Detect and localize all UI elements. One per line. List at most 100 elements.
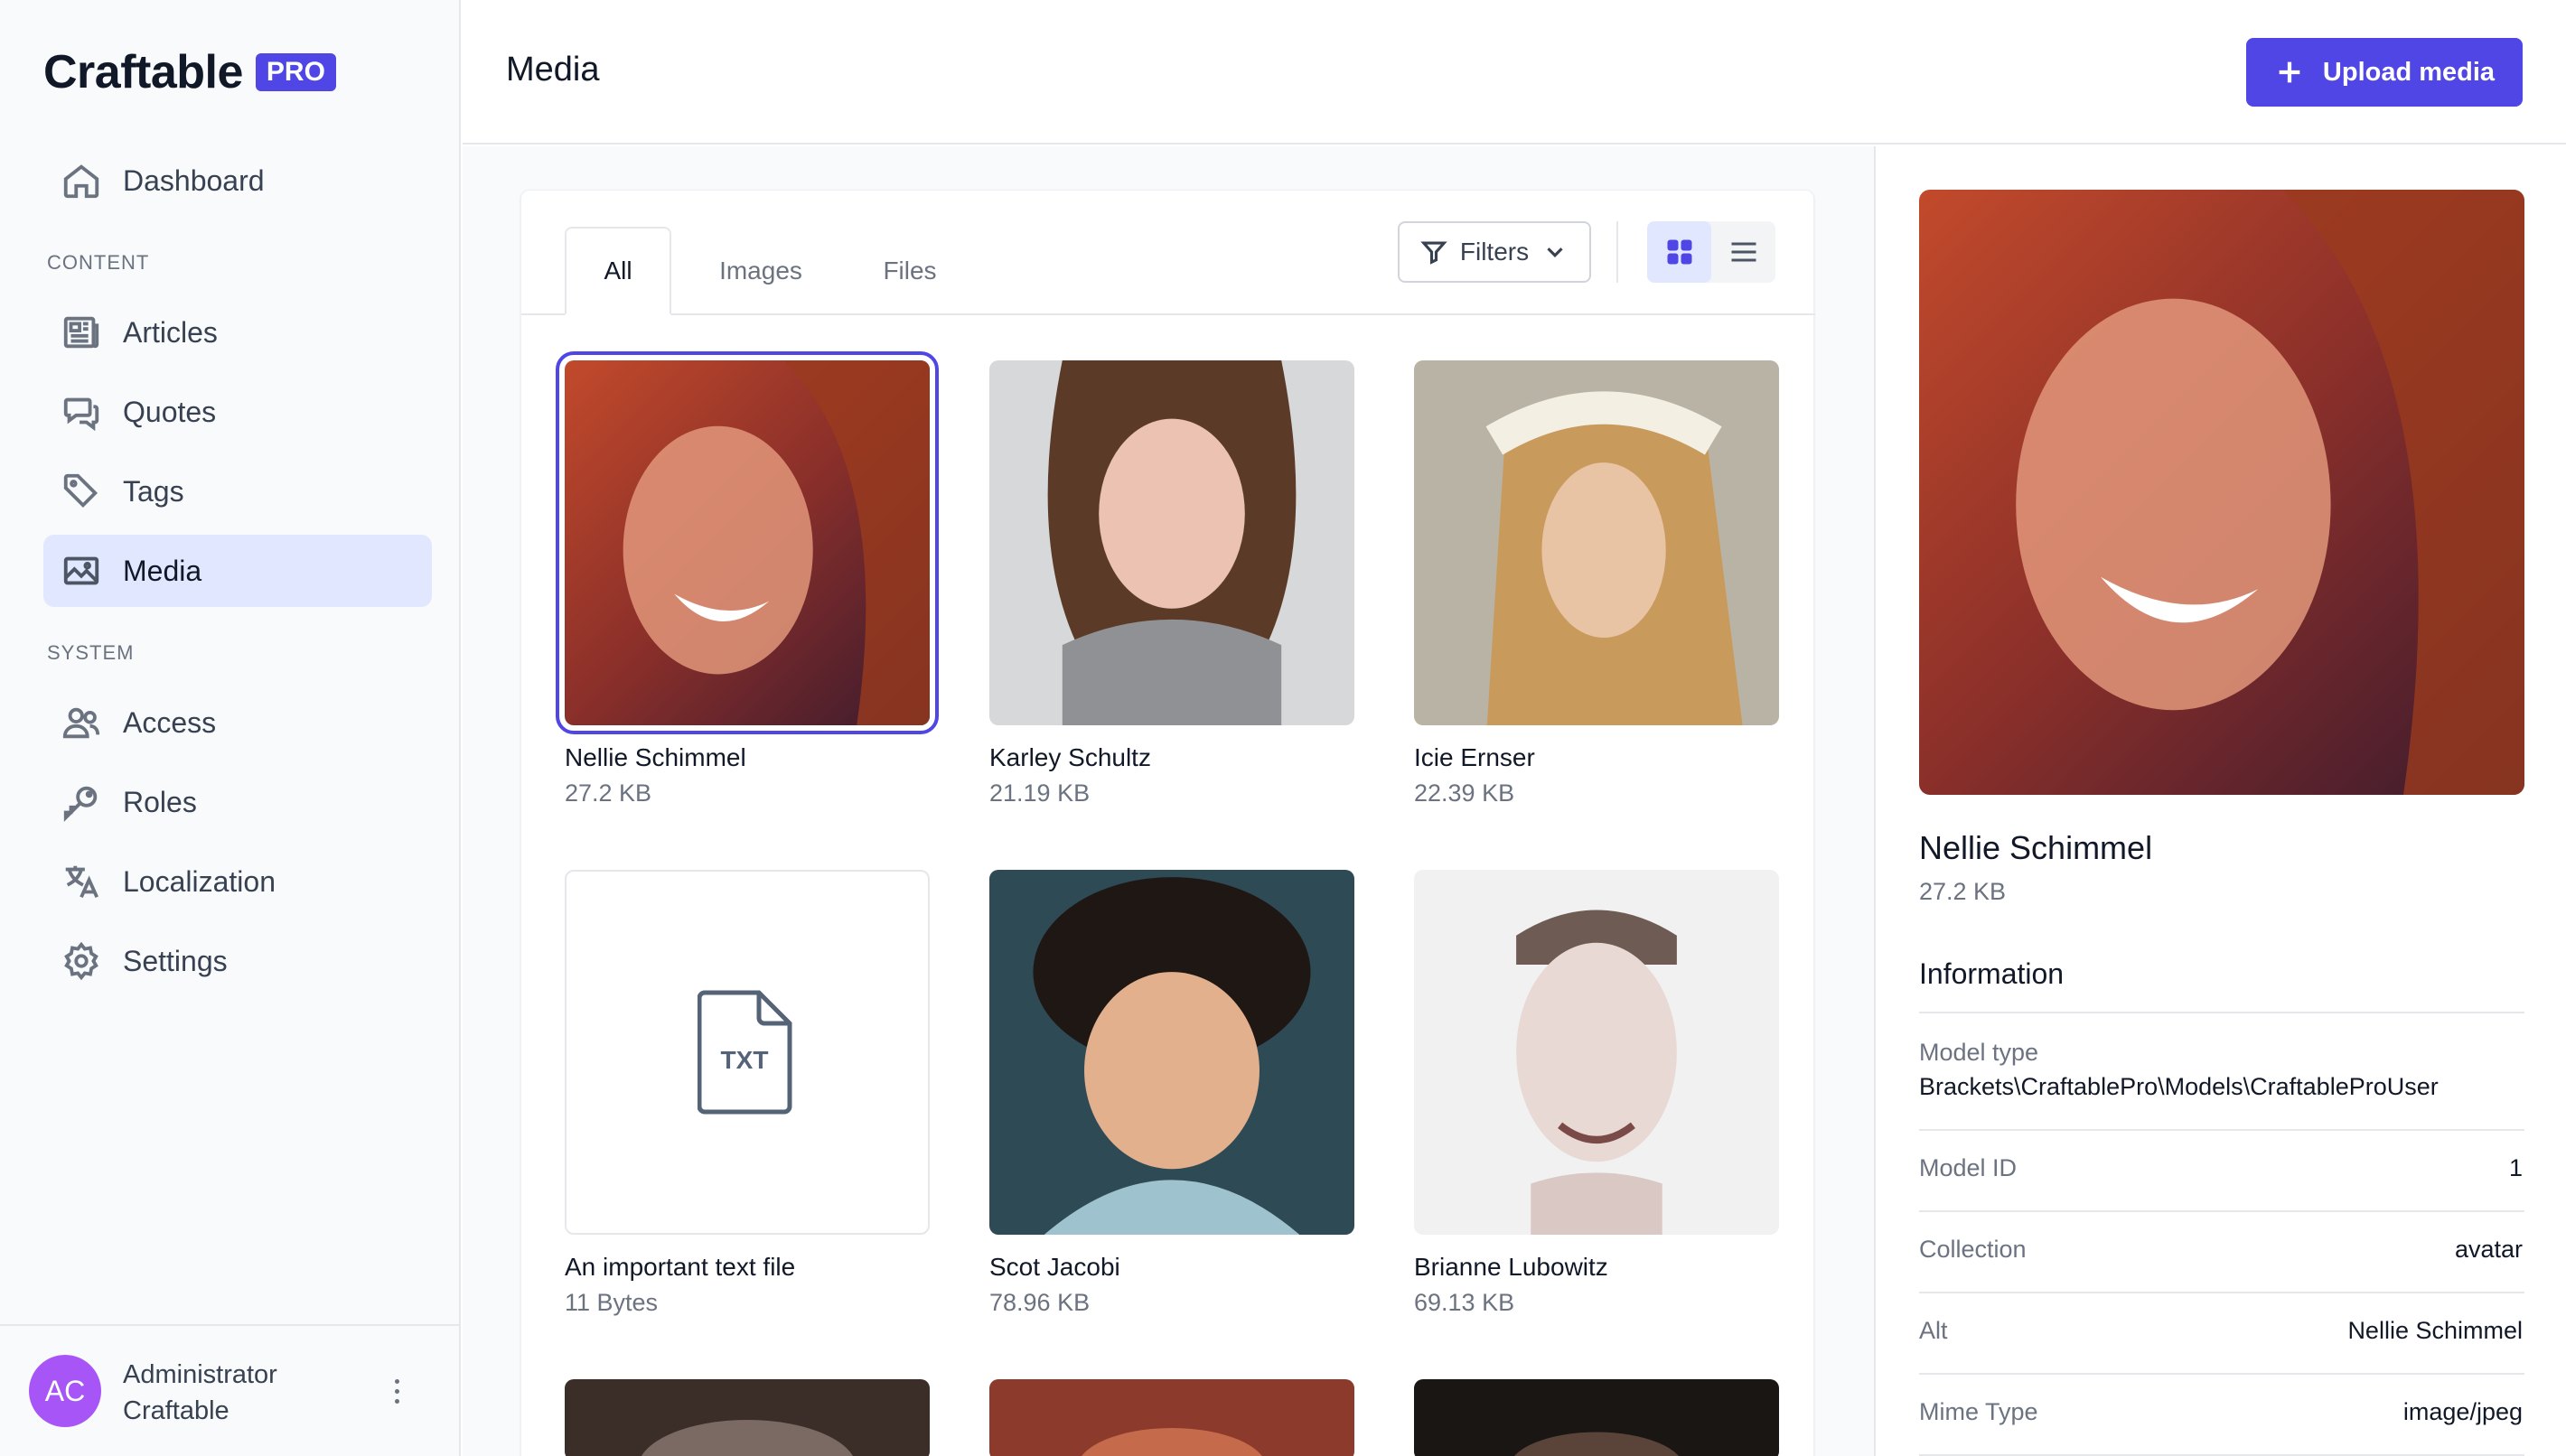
tab-files[interactable]: Files — [847, 227, 973, 315]
photo-image — [1414, 1379, 1779, 1456]
mime-type-label: Mime Type — [1919, 1398, 2038, 1425]
information-heading: Information — [1919, 957, 2065, 990]
upload-media-label: Upload media — [2322, 57, 2496, 87]
photo-image — [989, 360, 1354, 725]
brand-name: Craftable — [43, 46, 243, 98]
file-extension-label: TXT — [721, 1046, 769, 1074]
media-tile[interactable]: Scot Jacobi 78.96 KB — [989, 870, 1354, 1317]
sidebar-item-roles[interactable]: Roles — [43, 766, 432, 838]
sidebar-item-label: Dashboard — [123, 163, 265, 197]
detail-preview-image — [1919, 190, 2524, 795]
sidebar-item-label: Articles — [123, 315, 218, 349]
plus-icon — [2279, 61, 2300, 83]
divider — [1919, 1129, 2524, 1131]
sidebar-item-label: Access — [123, 705, 217, 739]
divider — [1919, 1012, 2524, 1013]
sidebar: Craftable PRO Dashboard CONTENT Articles… — [0, 0, 461, 1456]
media-thumbnail[interactable] — [989, 870, 1354, 1235]
photo-image — [989, 870, 1354, 1235]
media-main: All Images Files Filters Nellie Schimmel… — [463, 146, 1874, 1456]
sidebar-item-quotes[interactable]: Quotes — [43, 376, 432, 448]
model-type-label: Model type — [1919, 1039, 2039, 1066]
avatar[interactable]: AC — [29, 1355, 101, 1427]
grid-view-button[interactable] — [1647, 221, 1711, 283]
sidebar-item-label: Quotes — [123, 395, 217, 428]
translate-icon — [60, 860, 103, 903]
divider — [1919, 1210, 2524, 1212]
media-thumbnail[interactable] — [556, 351, 939, 734]
tag-icon — [60, 470, 103, 513]
media-tile[interactable] — [565, 1379, 930, 1456]
media-tile[interactable] — [1414, 1379, 1779, 1456]
sidebar-item-label: Tags — [123, 474, 184, 508]
view-toggle — [1647, 221, 1775, 283]
media-name: Icie Ernser — [1414, 743, 1535, 771]
media-size: 78.96 KB — [989, 1289, 1091, 1316]
user-first-line: Administrator — [123, 1360, 277, 1389]
collection-value: avatar — [2454, 1236, 2523, 1263]
sidebar-item-dashboard[interactable]: Dashboard — [43, 145, 432, 217]
users-icon — [60, 701, 103, 744]
sidebar-item-label: Roles — [123, 785, 197, 818]
upload-media-button[interactable]: Upload media — [2246, 38, 2523, 107]
sidebar-item-settings[interactable]: Settings — [43, 925, 432, 997]
user-profile: AC Administrator Craftable — [0, 1324, 459, 1456]
media-tile[interactable]: TXT An important text file 11 Bytes — [565, 870, 930, 1317]
text-file-icon: TXT — [698, 990, 792, 1115]
newspaper-icon — [60, 311, 103, 354]
media-tile[interactable] — [989, 1379, 1354, 1456]
media-detail-panel: Nellie Schimmel 27.2 KB Information Mode… — [1874, 146, 2566, 1456]
media-size: 27.2 KB — [565, 779, 652, 807]
photo-image — [565, 360, 930, 725]
media-thumbnail[interactable]: TXT — [565, 870, 930, 1235]
key-icon — [60, 780, 103, 824]
brand-pro-badge: PRO — [255, 53, 336, 91]
alt-value: Nellie Schimmel — [2347, 1317, 2523, 1344]
filters-button[interactable]: Filters — [1398, 221, 1591, 283]
sidebar-item-media[interactable]: Media — [43, 535, 432, 607]
photo-image — [565, 1379, 930, 1456]
sidebar-item-label: Media — [123, 554, 202, 587]
photo-image — [1414, 360, 1779, 725]
more-vertical-icon[interactable] — [383, 1371, 410, 1411]
list-view-button[interactable] — [1711, 221, 1775, 283]
brand-logo[interactable]: Craftable PRO — [43, 45, 336, 99]
divider — [1919, 1373, 2524, 1375]
media-thumbnail[interactable] — [1414, 360, 1779, 725]
tab-images[interactable]: Images — [693, 227, 829, 315]
image-icon — [60, 549, 103, 593]
media-size: 22.39 KB — [1414, 779, 1515, 807]
sidebar-item-localization[interactable]: Localization — [43, 845, 432, 918]
media-thumbnail[interactable] — [989, 1379, 1354, 1456]
media-thumbnail[interactable] — [1414, 1379, 1779, 1456]
tab-all[interactable]: All — [565, 227, 671, 315]
media-tile[interactable]: Icie Ernser 22.39 KB — [1414, 360, 1779, 807]
user-second-line: Craftable — [123, 1396, 229, 1425]
chat-icon — [60, 390, 103, 434]
filter-icon — [1420, 241, 1447, 265]
media-thumbnail[interactable] — [565, 1379, 930, 1456]
model-type-value: Brackets\CraftablePro\Models\CraftablePr… — [1919, 1073, 2439, 1100]
media-tile[interactable]: Karley Schultz 21.19 KB — [989, 360, 1354, 807]
sidebar-item-articles[interactable]: Articles — [43, 296, 432, 369]
sidebar-item-tags[interactable]: Tags — [43, 455, 432, 527]
media-name: Brianne Lubowitz — [1414, 1253, 1608, 1281]
sidebar-section-content: CONTENT — [47, 251, 150, 274]
divider — [1919, 1292, 2524, 1293]
toolbar-divider — [1616, 221, 1618, 283]
photo-image — [1919, 190, 2524, 795]
collection-label: Collection — [1919, 1236, 2027, 1263]
media-tile[interactable]: Brianne Lubowitz 69.13 KB — [1414, 870, 1779, 1317]
media-thumbnail[interactable] — [1414, 870, 1779, 1235]
media-tabs: All Images Files Filters — [521, 191, 1815, 315]
grid-icon — [1667, 239, 1691, 265]
media-tile[interactable]: Nellie Schimmel 27.2 KB — [556, 351, 939, 807]
media-thumbnail[interactable] — [989, 360, 1354, 725]
media-name: Scot Jacobi — [989, 1253, 1120, 1281]
gear-icon — [60, 939, 103, 983]
photo-image — [1414, 870, 1779, 1235]
user-name: Administrator Craftable — [123, 1357, 277, 1429]
media-size: 69.13 KB — [1414, 1289, 1515, 1316]
sidebar-item-access[interactable]: Access — [43, 686, 432, 759]
sidebar-section-system: SYSTEM — [47, 641, 135, 664]
